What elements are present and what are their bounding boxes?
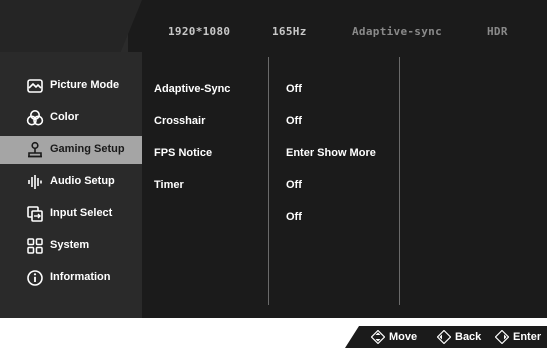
sidebar-item-color[interactable]: Color [0,104,142,132]
sidebar-item-picture-mode[interactable]: Picture Mode [0,72,142,100]
adaptive-sync-status: Adaptive-sync [352,25,442,38]
enter-hint: Enter [513,331,542,343]
hdr-status: HDR [487,25,508,38]
sidebar-item-system[interactable]: System [0,232,142,260]
system-icon [27,238,43,254]
sidebar-item-label: Color [50,111,79,123]
gaming-setup-icon [28,141,42,158]
audio-setup-icon [28,175,42,189]
status-bar: 1920*1080 165Hz Adaptive-sync HDR [0,0,547,52]
move-hint: Move [389,331,418,343]
monitor-osd-menu: 1920*1080 165Hz Adaptive-sync HDR Pictur… [0,0,547,318]
column-divider [399,57,400,305]
color-icon [26,110,44,126]
sidebar-item-input-select[interactable]: Input Select [0,200,142,228]
status-bar-corner [0,0,142,52]
move-joystick-icon [371,330,385,344]
information-icon [27,270,43,286]
navigation-hints: Move Back Enter [345,326,547,348]
setting-value[interactable]: Off [286,211,302,223]
setting-label-fps-notice[interactable]: FPS Notice [154,147,212,159]
sidebar-item-label: System [50,239,90,251]
sidebar-item-audio-setup[interactable]: Audio Setup [0,168,142,196]
input-select-icon [27,206,43,222]
setting-label-adaptive-sync[interactable]: Adaptive-Sync [154,83,230,95]
setting-value[interactable]: Off [286,115,302,127]
back-joystick-icon [437,330,451,344]
sidebar-item-label: Input Select [50,207,113,219]
settings-panel: Adaptive-Sync Crosshair FPS Notice Timer… [142,52,547,318]
setting-label-timer[interactable]: Timer [154,179,184,191]
resolution-status: 1920*1080 [168,25,231,38]
sidebar-item-label: Audio Setup [50,175,115,187]
setting-label-crosshair[interactable]: Crosshair [154,115,205,127]
sidebar-item-label: Information [50,271,111,283]
sidebar-item-information[interactable]: Information [0,264,142,292]
setting-value[interactable]: Off [286,179,302,191]
refresh-rate-status: 165Hz [272,25,307,38]
sidebar-item-label: Picture Mode [50,79,120,91]
picture-mode-icon [27,79,43,93]
setting-value[interactable]: Enter Show More [286,147,376,159]
enter-joystick-icon [495,330,509,344]
sidebar: Picture Mode Color Gaming Setup Audio Se… [0,52,142,318]
sidebar-item-label: Gaming Setup [50,143,125,155]
column-divider [268,57,269,305]
setting-value[interactable]: Off [286,83,302,95]
sidebar-item-gaming-setup[interactable]: Gaming Setup [0,136,142,164]
back-hint: Back [455,331,482,343]
